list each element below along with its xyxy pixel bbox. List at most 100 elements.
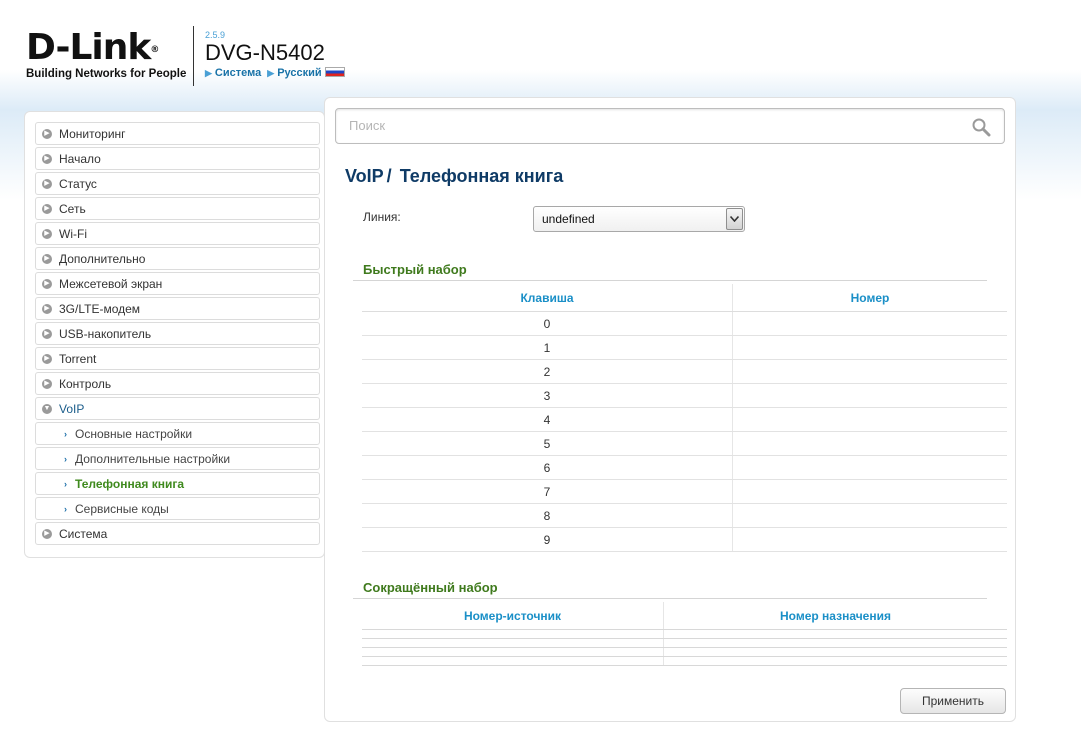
sidebar-item-label: Torrent [59, 351, 97, 366]
speed-dial-table: Клавиша Номер 0123456789 [362, 284, 1007, 552]
sidebar-item-7[interactable]: ▶ 3G/LTE-модем [35, 297, 320, 320]
chevron-down-icon[interactable] [726, 208, 743, 230]
triangle-right-icon: ▶ [267, 68, 275, 78]
sidebar-item-label: Начало [59, 151, 101, 166]
russia-flag-icon[interactable] [324, 67, 345, 77]
key-cell: 6 [362, 456, 733, 479]
page-title-section: VoIP [345, 166, 384, 186]
number-cell [733, 360, 1007, 383]
column-header-source[interactable]: Номер-источник [362, 602, 664, 629]
sidebar-item-3[interactable]: ▶ Сеть [35, 197, 320, 220]
sidebar-item-label: Дополнительно [59, 251, 146, 266]
apply-button[interactable]: Применить [900, 688, 1006, 714]
sidebar-item-label: Wi-Fi [59, 226, 87, 241]
sidebar-subitem-3[interactable]: › Сервисные коды [35, 497, 320, 520]
search-input[interactable] [349, 118, 949, 133]
header-links: ▶ Система ▶ Русский [205, 67, 345, 79]
number-cell [733, 384, 1007, 407]
circle-chevron-right-icon: ▶ [42, 328, 52, 339]
number-cell [733, 456, 1007, 479]
sidebar-subitem-1[interactable]: › Дополнительные настройки [35, 447, 320, 470]
search-box[interactable] [335, 108, 1005, 144]
sidebar-item-10[interactable]: ▶ Контроль [35, 372, 320, 395]
number-cell [733, 312, 1007, 335]
key-cell: 7 [362, 480, 733, 503]
sidebar: ▶ Мониторинг ▶ Начало ▶ Статус ▶ Сеть ▶ Wi-Fi ▶ Доп… [24, 111, 325, 558]
short-dial-header-row: Номер-источник Номер назначения [362, 602, 1007, 630]
table-row[interactable]: 5 [362, 432, 1007, 456]
key-cell: 4 [362, 408, 733, 431]
page-title-separator: / [386, 166, 392, 186]
table-row[interactable]: 0 [362, 312, 1007, 336]
table-row[interactable]: 4 [362, 408, 1007, 432]
sidebar-item-4[interactable]: ▶ Wi-Fi [35, 222, 320, 245]
sidebar-item-label: Основные настройки [75, 426, 193, 441]
header: D-Link® Building Networks for People 2.5… [26, 24, 386, 88]
speed-dial-header-row: Клавиша Номер [362, 284, 1007, 312]
table-row[interactable]: 1 [362, 336, 1007, 360]
table-row[interactable]: 8 [362, 504, 1007, 528]
sidebar-item-11[interactable]: ▼ VoIP [35, 397, 320, 420]
main-panel: VoIP/ Телефонная книга Линия: undefined … [324, 97, 1016, 722]
speed-dial-divider [353, 280, 987, 281]
registered-mark: ® [150, 45, 159, 55]
column-header-number[interactable]: Номер [733, 284, 1007, 311]
circle-chevron-right-icon: ▶ [42, 528, 52, 539]
key-cell: 2 [362, 360, 733, 383]
key-cell: 1 [362, 336, 733, 359]
sidebar-subitem-0[interactable]: › Основные настройки [35, 422, 320, 445]
sidebar-item-1[interactable]: ▶ Начало [35, 147, 320, 170]
circle-chevron-right-icon: ▶ [42, 253, 52, 264]
language-link[interactable]: Русский [277, 67, 321, 79]
triangle-right-icon: ▶ [205, 68, 212, 78]
line-select[interactable]: undefined [533, 206, 745, 232]
number-cell [733, 408, 1007, 431]
short-dial-empty-row [362, 630, 1007, 639]
table-row[interactable]: 9 [362, 528, 1007, 552]
table-row[interactable]: 6 [362, 456, 1007, 480]
column-header-destination[interactable]: Номер назначения [664, 602, 1007, 629]
table-row[interactable]: 7 [362, 480, 1007, 504]
number-cell [733, 336, 1007, 359]
search-icon[interactable] [971, 117, 991, 137]
system-menu-link[interactable]: Система [215, 67, 261, 79]
circle-chevron-right-icon: ▶ [42, 203, 52, 214]
header-divider [193, 26, 194, 86]
circle-chevron-right-icon: ▶ [42, 303, 52, 314]
number-cell [733, 432, 1007, 455]
dlink-logo[interactable]: D-Link® Building Networks for People [26, 27, 187, 81]
sidebar-item-label: VoIP [59, 401, 85, 416]
logo-tagline: Building Networks for People [26, 68, 187, 80]
short-dial-empty-row [362, 639, 1007, 648]
sidebar-item-6[interactable]: ▶ Межсетевой экран [35, 272, 320, 295]
sidebar-item-5[interactable]: ▶ Дополнительно [35, 247, 320, 270]
number-cell [733, 504, 1007, 527]
short-dial-table: Номер-источник Номер назначения [362, 602, 1007, 666]
table-row[interactable]: 2 [362, 360, 1007, 384]
logo-text: D-Link [26, 27, 151, 68]
device-model: DVG-N5402 [205, 40, 325, 65]
sidebar-item-0[interactable]: ▶ Мониторинг [35, 122, 320, 145]
table-row[interactable]: 3 [362, 384, 1007, 408]
sidebar-item-label: Сеть [59, 201, 86, 216]
sidebar-item-label: 3G/LTE-модем [59, 301, 141, 316]
circle-chevron-right-icon: ▶ [42, 278, 52, 289]
number-cell [733, 480, 1007, 503]
key-cell: 9 [362, 528, 733, 551]
key-cell: 3 [362, 384, 733, 407]
sidebar-item-label: USB-накопитель [59, 326, 152, 341]
sidebar-item-8[interactable]: ▶ USB-накопитель [35, 322, 320, 345]
sidebar-subitem-2[interactable]: › Телефонная книга [35, 472, 320, 495]
line-label: Линия: [363, 210, 401, 224]
column-header-key[interactable]: Клавиша [362, 284, 733, 311]
circle-chevron-right-icon: ▶ [42, 228, 52, 239]
short-dial-empty-row [362, 648, 1007, 657]
sidebar-item-2[interactable]: ▶ Статус [35, 172, 320, 195]
sidebar-item-system[interactable]: ▶ Система [35, 522, 320, 545]
circle-chevron-down-icon: ▼ [42, 403, 52, 414]
line-select-value: undefined [542, 212, 595, 226]
sidebar-item-label: Сервисные коды [75, 501, 169, 516]
key-cell: 0 [362, 312, 733, 335]
circle-chevron-right-icon: ▶ [42, 178, 52, 189]
sidebar-item-9[interactable]: ▶ Torrent [35, 347, 320, 370]
